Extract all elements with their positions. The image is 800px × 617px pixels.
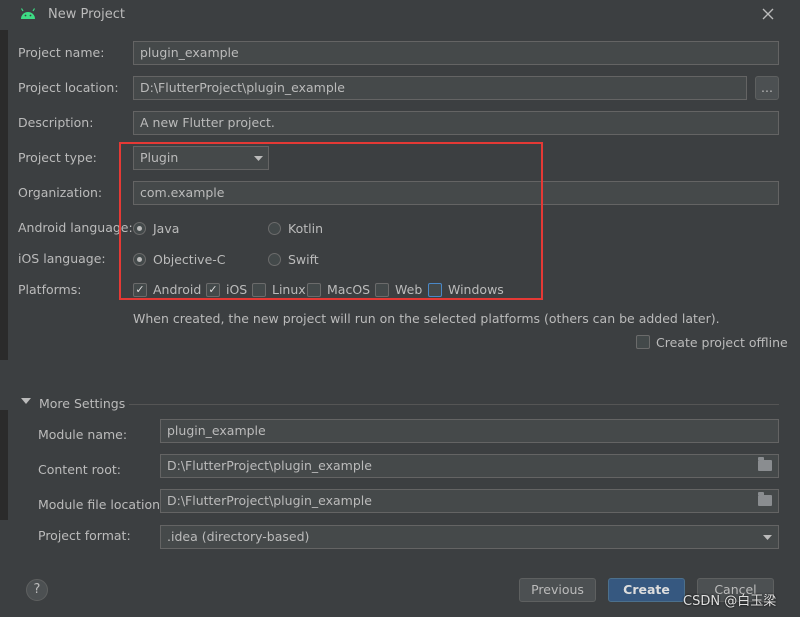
project-name-label: Project name:	[18, 45, 105, 60]
module-file-location-value: D:\FlutterProject\plugin_example	[167, 493, 372, 508]
content-root-value: D:\FlutterProject\plugin_example	[167, 458, 372, 473]
module-file-location-input[interactable]: D:\FlutterProject\plugin_example	[160, 489, 779, 513]
browse-location-button[interactable]: ...	[755, 76, 779, 100]
ios-language-label: iOS language:	[18, 251, 106, 266]
project-format-select[interactable]: .idea (directory-based)	[160, 525, 779, 549]
module-file-location-label: Module file location:	[38, 497, 165, 512]
android-icon	[20, 8, 36, 19]
project-type-label: Project type:	[18, 150, 97, 165]
close-icon[interactable]	[762, 8, 774, 20]
content-root-input[interactable]: D:\FlutterProject\plugin_example	[160, 454, 779, 478]
folder-icon[interactable]	[758, 492, 772, 506]
previous-button[interactable]: Previous	[519, 578, 596, 602]
description-label: Description:	[18, 115, 94, 130]
more-settings-divider	[129, 404, 779, 405]
checkbox-offline[interactable]	[636, 335, 650, 349]
module-name-input[interactable]: plugin_example	[160, 419, 779, 443]
content-root-label: Content root:	[38, 462, 121, 477]
left-edge	[0, 30, 8, 360]
project-format-value: .idea (directory-based)	[167, 529, 310, 544]
collapse-triangle-icon[interactable]	[21, 398, 31, 405]
organization-label: Organization:	[18, 185, 103, 200]
module-name-label: Module name:	[38, 427, 128, 442]
project-location-input[interactable]: D:\FlutterProject\plugin_example	[133, 76, 747, 100]
platforms-label: Platforms:	[18, 282, 82, 297]
left-edge-lower	[0, 410, 8, 520]
project-name-input[interactable]: plugin_example	[133, 41, 779, 65]
project-location-label: Project location:	[18, 80, 119, 95]
project-format-label: Project format:	[38, 528, 131, 543]
help-button[interactable]: ?	[26, 579, 48, 601]
description-input[interactable]: A new Flutter project.	[133, 111, 779, 135]
more-settings-toggle[interactable]: More Settings	[39, 396, 125, 411]
platforms-hint: When created, the new project will run o…	[133, 311, 720, 326]
window-title: New Project	[48, 7, 125, 22]
create-button[interactable]: Create	[608, 578, 685, 602]
folder-icon[interactable]	[758, 457, 772, 471]
watermark: CSDN @白玉梁	[683, 594, 777, 609]
title-bar: New Project	[0, 0, 800, 30]
chevron-down-icon	[763, 535, 772, 540]
checkbox-offline-label: Create project offline	[656, 335, 788, 350]
android-language-label: Android language:	[18, 220, 133, 235]
highlight-box	[119, 142, 543, 300]
